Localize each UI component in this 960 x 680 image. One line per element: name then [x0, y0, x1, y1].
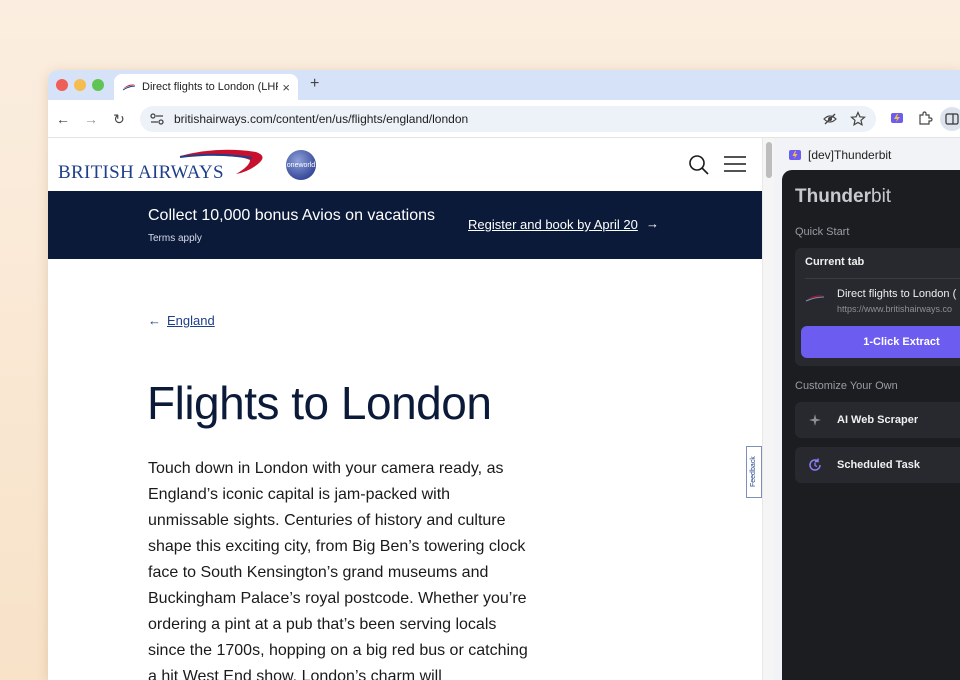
page-scrollbar[interactable] — [762, 138, 774, 680]
thunderbit-icon — [789, 150, 801, 160]
menu-icon[interactable] — [724, 155, 746, 173]
arrow-right-icon[interactable]: → — [646, 216, 659, 231]
ba-favicon-icon — [805, 295, 825, 302]
thunderbit-ext-icon[interactable] — [888, 110, 906, 128]
promo-title: Collect 10,000 bonus Avios on vacations — [148, 207, 436, 224]
ai-web-scraper-button[interactable]: AI Web Scraper — [795, 402, 960, 438]
breadcrumb-england-link[interactable]: England — [167, 313, 215, 328]
logo-light: bit — [871, 186, 892, 207]
ba-favicon-icon — [122, 84, 136, 91]
eye-off-icon[interactable] — [822, 111, 838, 127]
side-panel-header: [dev]Thunderbit — [788, 148, 891, 162]
reload-button[interactable]: ↻ — [110, 110, 128, 128]
scheduled-task-label: Scheduled Task — [837, 459, 920, 471]
site-settings-icon[interactable] — [150, 113, 164, 125]
side-panel-title: [dev]Thunderbit — [808, 148, 892, 162]
maximize-window-button[interactable] — [92, 79, 104, 91]
promo-terms[interactable]: Terms apply — [148, 233, 202, 244]
oneworld-logo[interactable]: oneworld — [286, 150, 316, 180]
url-text[interactable]: britishairways.com/content/en/us/flights… — [174, 112, 810, 126]
tab-title: Direct flights to London (LHR — [142, 81, 279, 93]
tab-close-icon[interactable]: × — [282, 80, 290, 95]
star-icon[interactable] — [850, 111, 866, 127]
quick-start-label: Quick Start — [795, 226, 850, 238]
customize-label: Customize Your Own — [795, 380, 898, 392]
scheduled-task-button[interactable]: Scheduled Task — [795, 447, 960, 483]
side-panel-icon[interactable] — [940, 107, 960, 131]
browser-tab[interactable]: Direct flights to London (LHR × — [114, 74, 298, 100]
current-tab-heading: Current tab — [805, 256, 865, 268]
ba-header: BRITISH AIRWAYS oneworld — [48, 138, 762, 191]
logo-bold: Thunder — [795, 186, 871, 207]
back-button[interactable]: ← — [54, 110, 72, 128]
thunderbit-app: Thunderbit Quick Start Current tab Direc… — [782, 170, 960, 680]
thunderbit-logo: Thunderbit — [795, 186, 891, 208]
close-window-button[interactable] — [56, 79, 68, 91]
minimize-window-button[interactable] — [74, 79, 86, 91]
promo-register-link[interactable]: Register and book by April 20 — [468, 217, 638, 232]
divider — [805, 278, 960, 279]
scroll-thumb[interactable] — [766, 142, 772, 178]
puzzle-icon[interactable] — [916, 110, 934, 128]
address-bar[interactable]: britishairways.com/content/en/us/flights… — [140, 106, 876, 132]
promo-banner: Collect 10,000 bonus Avios on vacations … — [48, 191, 762, 259]
current-tab-card: Current tab Direct flights to London ( h… — [795, 248, 960, 366]
breadcrumb[interactable]: ← England — [148, 313, 215, 328]
current-tab-title: Direct flights to London ( — [837, 288, 957, 300]
ai-web-scraper-label: AI Web Scraper — [837, 414, 919, 426]
refresh-clock-icon — [809, 458, 821, 471]
feedback-button[interactable]: Feedback — [746, 446, 762, 498]
current-tab-url: https://www.britishairways.co — [837, 304, 953, 314]
page-title: Flights to London — [147, 377, 492, 429]
sparkle-icon — [809, 414, 821, 426]
web-page: BRITISH AIRWAYS oneworld Collect 10,000 … — [48, 138, 762, 680]
search-icon[interactable] — [688, 154, 710, 176]
browser-toolbar: ← → ↻ britishairways.com/content/en/us/f… — [48, 100, 960, 138]
browser-window: Direct flights to London (LHR × + ← → ↻ … — [48, 70, 960, 680]
tab-strip: Direct flights to London (LHR × + — [48, 70, 960, 100]
one-click-extract-button[interactable]: 1-Click Extract — [801, 326, 960, 358]
arrow-left-icon: ← — [148, 313, 161, 328]
intro-paragraph: Touch down in London with your camera re… — [148, 460, 528, 680]
forward-button[interactable]: → — [82, 110, 100, 128]
ba-speedmark-icon — [179, 149, 263, 174]
new-tab-button[interactable]: + — [310, 75, 319, 93]
side-panel: [dev]Thunderbit Thunderbit Quick Start C… — [774, 138, 960, 680]
